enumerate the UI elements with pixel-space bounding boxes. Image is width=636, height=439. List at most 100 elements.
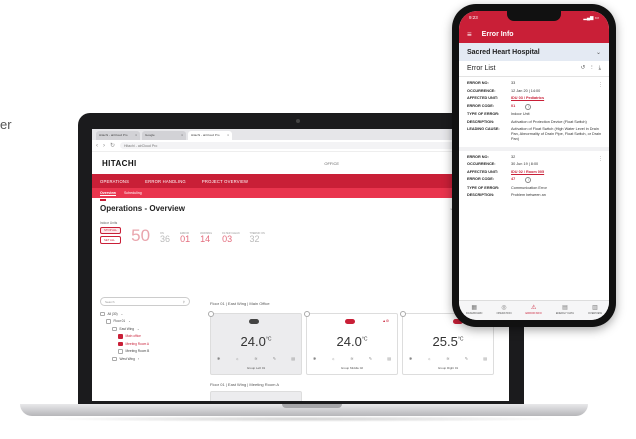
checkbox[interactable] — [112, 326, 117, 331]
power-toggle[interactable] — [345, 319, 355, 324]
mode-icon[interactable]: ✱ — [409, 356, 412, 361]
unit-temperature: 24.0°C — [336, 334, 368, 349]
set-all-button[interactable]: SET ALL — [100, 236, 122, 244]
browser-tab[interactable]: Hitachi - airCloud Pro × — [96, 131, 140, 140]
louver-icon[interactable]: ≋ — [350, 356, 353, 361]
stat-error[interactable]: ERROR 01 — [180, 232, 190, 244]
tab-scheduling[interactable]: Scheduling — [124, 191, 142, 195]
fan-icon[interactable]: ☼ — [331, 356, 335, 361]
stat-on[interactable]: ON 36 — [160, 232, 170, 244]
error-code: 47 — [511, 177, 516, 181]
tree-item[interactable]: Main office — [100, 333, 190, 341]
filter-icon[interactable]: ⫶ — [591, 65, 592, 72]
error-card[interactable]: ⋮ ERROR NO: 33 OCCURRENCE: 12 Jan 20 | 14:… — [459, 77, 609, 151]
affected-unit-link[interactable]: IDU 03 / Pediatrics — [511, 96, 544, 101]
mode-icon[interactable]: ✱ — [217, 356, 220, 361]
more-options-icon[interactable]: ⋮ — [598, 156, 603, 162]
tree-item[interactable]: Meeting Room A — [100, 340, 190, 348]
menu-icon[interactable]: ▤ — [387, 356, 391, 361]
edit-icon[interactable]: ✎ — [465, 356, 468, 361]
total-units: 50 — [131, 225, 151, 245]
menu-operations[interactable]: OPERATIONS — [100, 179, 129, 184]
site-selector[interactable]: Sacred Heart Hospital ⌄ — [459, 43, 609, 61]
error-number: 32 — [511, 154, 516, 159]
nav-overview[interactable]: ▥ OVERVIEW — [588, 304, 602, 315]
stat-warning[interactable]: WARNING 14 — [200, 232, 212, 244]
chevron-down-icon[interactable]: ⌄ — [596, 49, 601, 56]
forward-icon[interactable]: › — [103, 143, 105, 149]
error-card[interactable]: ⋮ ERROR NO: 32 OCCURRENCE: 30 Jun 19 | 8:0… — [459, 151, 609, 203]
mode-icon[interactable]: ✱ — [313, 356, 316, 361]
tree-item[interactable]: Floor 01 ⌄ — [100, 318, 190, 326]
url-field[interactable]: Hitachi - airCloud Pro — [120, 142, 505, 149]
louver-icon[interactable]: ≋ — [254, 356, 257, 361]
nav-dashboard[interactable]: ▦ DASHBOARD — [466, 304, 482, 315]
close-icon[interactable]: × — [227, 133, 229, 138]
browser-tab-bar: Hitachi - airCloud Pro × Google × Hitachi … — [92, 129, 509, 140]
breadcrumb-main-office: Floor 01 | East Wing | Main Office — [210, 301, 270, 306]
back-icon[interactable]: ‹ — [96, 143, 98, 149]
edit-icon[interactable]: ✎ — [369, 356, 372, 361]
stat-filter-clean[interactable]: FILTER CLEAN 03 — [222, 232, 239, 244]
unit-card-partial[interactable] — [210, 391, 302, 401]
reload-icon[interactable]: ↻ — [110, 142, 115, 149]
checkbox[interactable] — [112, 356, 117, 361]
chevron-down-icon[interactable]: ⌄ — [121, 312, 124, 316]
fan-icon[interactable]: ☼ — [235, 356, 239, 361]
laptop-base — [20, 404, 588, 416]
close-icon[interactable]: × — [181, 133, 183, 138]
tree-item[interactable]: East Wing ⌄ — [100, 325, 190, 333]
nav-error-info[interactable]: ⚠ ERROR INFO — [526, 304, 542, 315]
affected-unit-link[interactable]: IDU 02 / Room 005 — [511, 170, 544, 175]
menu-icon[interactable]: ▤ — [291, 356, 295, 361]
louver-icon[interactable]: ≋ — [446, 356, 449, 361]
download-icon[interactable]: ⤓ — [599, 65, 601, 72]
laptop-screen: Hitachi - airCloud Pro × Google × Hitachi … — [92, 129, 509, 401]
stat-thermo-on[interactable]: THERMO ON 32 — [250, 232, 265, 244]
tree-item[interactable]: West Wing › — [100, 355, 190, 363]
menu-project-overview[interactable]: PROJECT OVERVIEW — [202, 179, 248, 184]
unit-mode-icons: ✱ ☼ ≋ ✎ ▤ — [409, 356, 487, 361]
browser-tab[interactable]: Google × — [142, 131, 186, 140]
edit-icon[interactable]: ✎ — [273, 356, 276, 361]
unit-card[interactable]: ▲⚙ 24.0°C ✱ ☼ ≋ ✎ ▤ Group Middle 02 — [304, 311, 398, 375]
tree-item[interactable]: Meeting Room B — [100, 348, 190, 356]
info-icon[interactable]: ! — [525, 103, 532, 110]
more-options-icon[interactable]: ⋮ — [598, 82, 603, 88]
fan-icon[interactable]: ☼ — [427, 356, 431, 361]
tab-overview[interactable]: Overview — [100, 191, 116, 196]
error-type: Indoor Unit — [511, 112, 530, 116]
chevron-down-icon[interactable]: ⌄ — [128, 319, 131, 323]
office-label[interactable]: OFFICE — [324, 161, 339, 166]
chevron-right-icon[interactable]: › — [138, 357, 139, 361]
close-icon[interactable]: × — [135, 133, 137, 138]
app-header: HITACHI OFFICE — [92, 152, 509, 174]
menu-error-handling[interactable]: ERROR HANDLING — [145, 179, 186, 184]
unit-select-checkbox[interactable] — [304, 311, 310, 317]
stop-all-button[interactable]: STOP ALL — [100, 226, 122, 235]
info-icon[interactable]: ! — [525, 177, 532, 183]
power-toggle[interactable] — [249, 319, 259, 324]
tree-item[interactable]: All (30) ⌄ — [100, 310, 190, 318]
unit-select-checkbox[interactable] — [400, 311, 406, 317]
browser-tab-active[interactable]: Hitachi - airCloud Pro × — [188, 131, 232, 140]
checkbox-checked[interactable] — [118, 334, 123, 339]
dashboard-icon: ▦ — [471, 305, 478, 311]
checkbox[interactable] — [100, 311, 105, 316]
unit-group-name: Group Left 01 — [246, 366, 266, 370]
checkbox[interactable] — [106, 319, 111, 324]
camera-icon — [296, 119, 300, 123]
unit-select-checkbox[interactable] — [208, 311, 214, 317]
checkbox[interactable] — [118, 349, 123, 354]
search-input[interactable]: Search ⚲ — [100, 297, 190, 306]
search-icon: ⚲ — [182, 300, 185, 304]
hamburger-menu-icon[interactable]: ≡ — [467, 30, 472, 39]
checkbox-checked[interactable] — [118, 341, 123, 346]
chevron-down-icon[interactable]: ⌄ — [137, 327, 140, 331]
history-icon[interactable]: ↺ — [581, 65, 586, 72]
nav-operation[interactable]: ◎ OPERATION — [496, 304, 511, 315]
nav-energy-data[interactable]: ▤ ENERGY DATA — [556, 304, 574, 315]
menu-icon[interactable]: ▤ — [483, 356, 487, 361]
unit-card[interactable]: 24.0°C ✱ ☼ ≋ ✎ ▤ Group Left 01 — [208, 311, 302, 375]
phone-notch — [507, 11, 561, 21]
